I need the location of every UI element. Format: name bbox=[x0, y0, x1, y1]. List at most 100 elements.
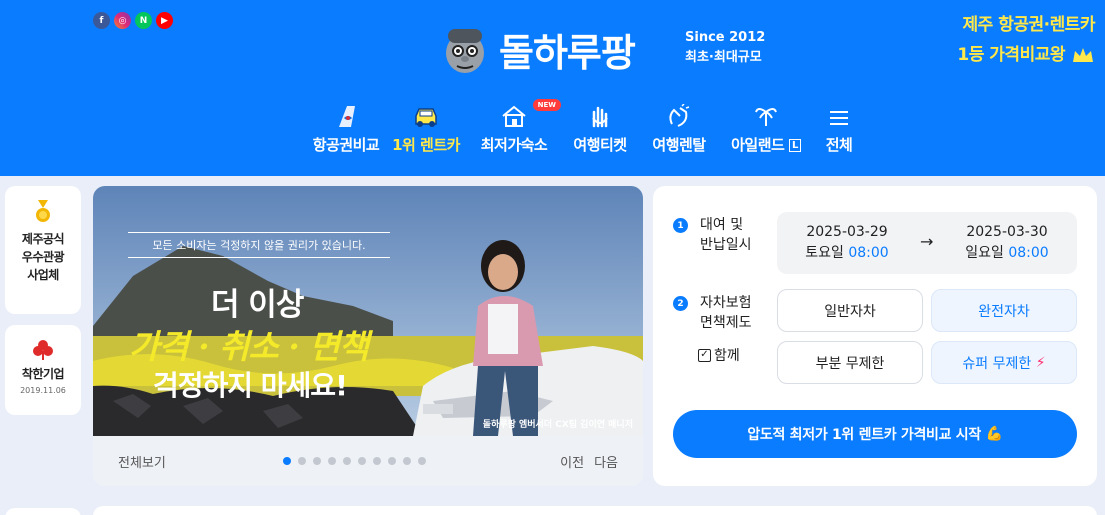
airplane-tail-icon bbox=[335, 100, 357, 128]
promo-banner[interactable]: 모든 소비자는 걱정하지 않을 권리가 있습니다. 더 이상 가격 · 취소 ·… bbox=[93, 186, 643, 486]
external-link-icon: L bbox=[789, 139, 801, 152]
step-1-label: 대여 및 반납일시 bbox=[700, 215, 752, 255]
return-day-time: 일요일 08:00 bbox=[952, 243, 1062, 264]
good-company-card[interactable]: 착한기업 2019.11.06 bbox=[5, 325, 81, 415]
nav-label-island: 아일랜드 L bbox=[731, 134, 801, 155]
view-all-link[interactable]: 전체보기 bbox=[118, 452, 166, 471]
option-full-cdw[interactable]: 완전자차 bbox=[931, 289, 1077, 332]
lightning-icon: ⚡ bbox=[1035, 354, 1046, 371]
nav-label-tickets: 여행티켓 bbox=[573, 136, 627, 154]
banner-image: 모든 소비자는 걱정하지 않을 권리가 있습니다. 더 이상 가격 · 취소 ·… bbox=[93, 186, 643, 436]
pickup-day-time: 토요일 08:00 bbox=[792, 243, 902, 264]
carousel-dot[interactable] bbox=[373, 457, 381, 465]
since-subtitle: 최초·최대규모 bbox=[685, 50, 762, 65]
nav-item-all[interactable]: 전체 bbox=[811, 100, 867, 155]
nav-item-flights[interactable]: 항공권비교 bbox=[305, 100, 387, 155]
booking-panel: 1 대여 및 반납일시 2025-03-29 토요일 08:00 → 2025-… bbox=[653, 186, 1097, 486]
with-label: 함께 bbox=[714, 348, 740, 364]
banner-caption: 모든 소비자는 걱정하지 않을 권리가 있습니다. bbox=[128, 232, 390, 258]
nav-label-all: 전체 bbox=[825, 136, 853, 154]
next-button[interactable]: 다음 bbox=[594, 452, 618, 471]
carousel-dot[interactable] bbox=[403, 457, 411, 465]
nav-label-flights: 항공권비교 bbox=[312, 136, 380, 154]
carousel-dot[interactable] bbox=[283, 457, 291, 465]
site-header: f ◎ N ▶ 돌하루팡 Since 2012 최초·최대규모 제주 항공권·렌… bbox=[0, 0, 1105, 176]
pickup-datetime[interactable]: 2025-03-29 토요일 08:00 bbox=[792, 222, 902, 264]
carousel-dot[interactable] bbox=[418, 457, 426, 465]
official-business-line1: 제주공식 bbox=[21, 232, 65, 246]
prev-button[interactable]: 이전 bbox=[560, 452, 584, 471]
house-icon bbox=[501, 100, 527, 128]
arrow-right-icon: → bbox=[920, 232, 934, 251]
pickup-time: 08:00 bbox=[848, 245, 889, 261]
compare-start-label: 압도적 최저가 1위 렌트카 가격비교 시작 bbox=[747, 427, 981, 443]
hand-rock-icon bbox=[589, 100, 611, 128]
compare-start-button[interactable]: 압도적 최저가 1위 렌트카 가격비교 시작 💪 bbox=[673, 410, 1077, 458]
carousel-dot[interactable] bbox=[313, 457, 321, 465]
banner-controls: 전체보기 이전 다음 bbox=[93, 436, 643, 486]
naver-icon[interactable]: N bbox=[135, 12, 152, 29]
carousel-dot[interactable] bbox=[388, 457, 396, 465]
dolhareubang-face-icon bbox=[446, 28, 484, 73]
option-super-unlimited-label: 슈퍼 무제한 bbox=[962, 355, 1032, 372]
step-1-label-line1: 대여 및 bbox=[700, 217, 744, 233]
main-nav: 항공권비교 1위 렌트카 NEW 최저가숙소 여행티켓 여행렌탈 아일랜드 L … bbox=[305, 99, 867, 155]
content-card-partial bbox=[93, 506, 1097, 515]
step-2-badge: 2 bbox=[673, 296, 688, 311]
good-company-title: 착한기업 bbox=[21, 367, 65, 381]
nav-label-rental: 여행렌탈 bbox=[652, 136, 706, 154]
clap-icon bbox=[666, 100, 692, 128]
option-basic-cdw[interactable]: 일반자차 bbox=[777, 289, 923, 332]
carousel-dot[interactable] bbox=[328, 457, 336, 465]
menu-icon bbox=[828, 100, 850, 128]
good-company-date: 2019.11.06 bbox=[20, 386, 66, 395]
date-range-picker[interactable]: 2025-03-29 토요일 08:00 → 2025-03-30 일요일 08… bbox=[777, 212, 1077, 274]
with-insurance-checkbox[interactable]: ✓ 함께 bbox=[698, 345, 740, 365]
official-business-line2: 우수관광 bbox=[21, 250, 65, 264]
step-2-label: 자차보험 면책제도 bbox=[700, 293, 752, 333]
nav-label-lodging: 최저가숙소 bbox=[480, 136, 548, 154]
side-card-partial bbox=[5, 508, 81, 515]
facebook-icon[interactable]: f bbox=[93, 12, 110, 29]
carousel-dot[interactable] bbox=[343, 457, 351, 465]
banner-headline-2: 가격 · 취소 · 면책 bbox=[129, 327, 369, 366]
carousel-dot[interactable] bbox=[358, 457, 366, 465]
banner-headline-1: 더 이상 bbox=[211, 287, 304, 323]
site-logo[interactable]: 돌하루팡 bbox=[443, 22, 636, 77]
since-tagline: Since 2012 최초·최대규모 bbox=[685, 28, 765, 68]
nav-item-rentcar[interactable]: 1위 렌트카 bbox=[387, 100, 465, 155]
checkbox-checked-icon: ✓ bbox=[698, 348, 711, 362]
return-day: 일요일 bbox=[965, 245, 1004, 261]
new-badge: NEW bbox=[532, 99, 561, 111]
option-partial-unlimited[interactable]: 부분 무제한 bbox=[777, 341, 923, 384]
youtube-icon[interactable]: ▶ bbox=[156, 12, 173, 29]
return-date: 2025-03-30 bbox=[966, 224, 1048, 240]
step-2-label-line1: 자차보험 bbox=[700, 295, 752, 311]
instagram-icon[interactable]: ◎ bbox=[114, 12, 131, 29]
option-super-unlimited[interactable]: 슈퍼 무제한 ⚡ bbox=[931, 341, 1077, 384]
step-2-label-line2: 면책제도 bbox=[700, 315, 752, 331]
banner-headline-3: 걱정하지 마세요! bbox=[153, 369, 348, 402]
banner-credit: 돌하루팡 엠버서더 CX팀 김이연 매니저 bbox=[482, 420, 633, 430]
promo-line2-text: 1등 가격비교왕 bbox=[957, 45, 1065, 65]
nav-item-island[interactable]: 아일랜드 L bbox=[721, 100, 811, 155]
since-year: Since 2012 bbox=[685, 30, 766, 45]
palm-tree-icon bbox=[754, 100, 778, 128]
return-time: 08:00 bbox=[1008, 245, 1049, 261]
pickup-day: 토요일 bbox=[805, 245, 844, 261]
carousel-nav: 이전 다음 bbox=[560, 452, 618, 471]
clover-icon bbox=[33, 340, 53, 360]
flexed-arm-icon: 💪 bbox=[985, 426, 1003, 442]
promo-text: 제주 항공권·렌트카 1등 가격비교왕 bbox=[957, 10, 1095, 70]
step-1-badge: 1 bbox=[673, 218, 688, 233]
pickup-date: 2025-03-29 bbox=[806, 224, 888, 240]
return-datetime[interactable]: 2025-03-30 일요일 08:00 bbox=[952, 222, 1062, 264]
carousel-dots bbox=[283, 457, 426, 465]
nav-item-rental[interactable]: 여행렌탈 bbox=[637, 100, 721, 155]
carousel-dot[interactable] bbox=[298, 457, 306, 465]
official-business-card[interactable]: 제주공식 우수관광 사업체 bbox=[5, 186, 81, 314]
nav-item-tickets[interactable]: 여행티켓 bbox=[563, 100, 637, 155]
nav-item-lodging[interactable]: NEW 최저가숙소 bbox=[465, 99, 563, 155]
logo-text: 돌하루팡 bbox=[499, 31, 636, 75]
promo-line2: 1등 가격비교왕 bbox=[957, 40, 1095, 70]
